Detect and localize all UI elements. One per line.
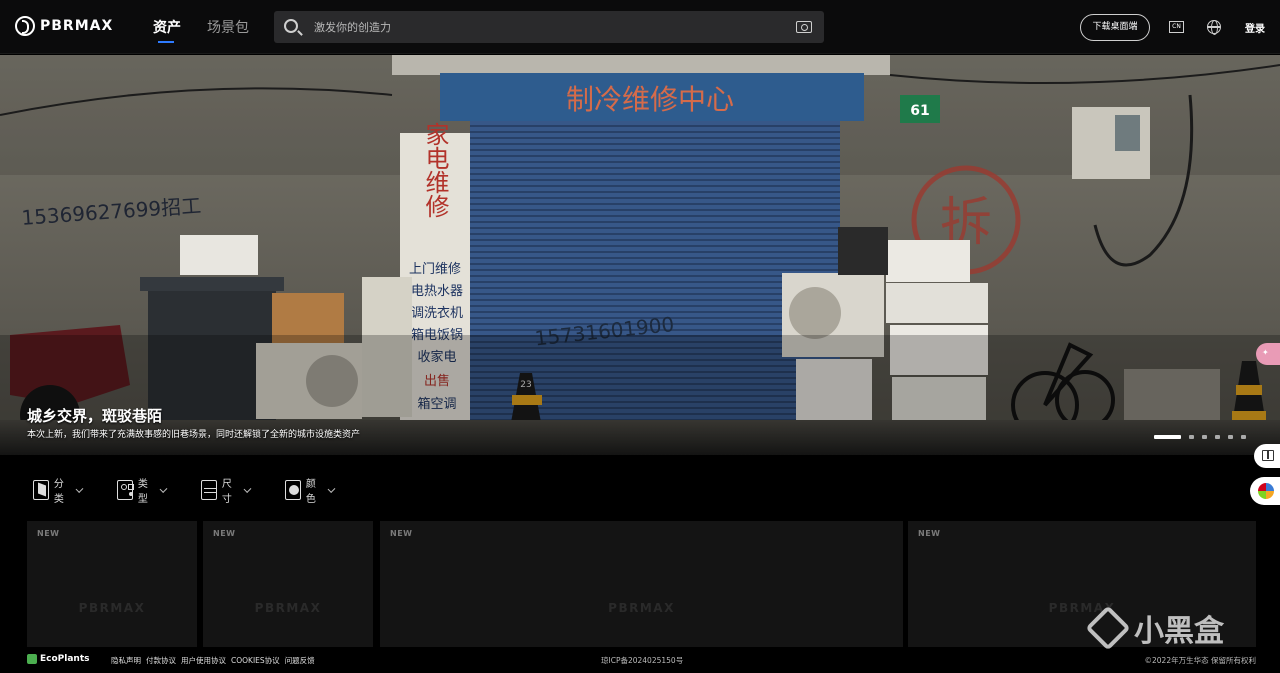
search-bar	[274, 11, 824, 43]
filter-size[interactable]: 尺寸	[201, 475, 252, 505]
carousel-dots	[1154, 435, 1246, 439]
asset-card[interactable]: NEW PBRMAX	[27, 521, 197, 647]
watermark-text: 小黑盒	[1134, 614, 1224, 649]
heybox-watermark: 小黑盒	[1085, 605, 1224, 651]
heybox-logo-icon	[1085, 605, 1131, 651]
footer-link-terms[interactable]: 用户使用协议	[181, 655, 226, 666]
repair-sign-title: 家电维修	[421, 122, 449, 218]
hero-scene-illustration: 制冷维修中心 15731601900 家电维修 上门维修 电热水器 调洗衣机 箱…	[0, 55, 1280, 455]
download-desktop-button[interactable]: 下载桌面端	[1080, 14, 1150, 41]
filter-category-label: 分类	[53, 479, 64, 505]
pbrmax-logo[interactable]: PBRMAX	[15, 16, 113, 36]
carousel-dot[interactable]	[1215, 435, 1220, 439]
type-icon	[117, 480, 134, 500]
asset-card[interactable]: NEW PBRMAX	[203, 521, 373, 647]
carousel-dot[interactable]	[1189, 435, 1194, 439]
hero-banner[interactable]: 制冷维修中心 15731601900 家电维修 上门维修 电热水器 调洗衣机 箱…	[0, 55, 1280, 455]
footer-icp[interactable]: 琼ICP备2024025150号	[601, 655, 683, 666]
old-tv	[838, 227, 888, 275]
size-icon	[201, 480, 217, 500]
footer-link-feedback[interactable]: 问题反馈	[285, 655, 315, 666]
carousel-dot[interactable]	[1154, 435, 1181, 439]
hero-subtitle: 本次上新，我们带来了充满故事感的旧巷场景，同时还解锁了全新的城市设施类资产	[27, 430, 361, 440]
new-badge: NEW	[918, 529, 941, 538]
carousel-dot[interactable]	[1228, 435, 1233, 439]
chevron-down-icon	[159, 484, 168, 493]
new-badge: NEW	[37, 529, 60, 538]
filter-category[interactable]: 分类	[33, 475, 84, 505]
footer: EcoPlants 隐私声明 付款协议 用户使用协议 COOKIES协议 问题反…	[0, 648, 1280, 673]
footer-link-cookies[interactable]: COOKIES协议	[231, 655, 280, 666]
top-navbar: PBRMAX 资产 场景包 下载桌面端 CN 登录	[0, 0, 1280, 54]
filter-size-label: 尺寸	[221, 479, 232, 505]
camera-icon[interactable]	[796, 21, 812, 33]
ecoplants-text: EcoPlants	[40, 654, 90, 664]
login-link[interactable]: 登录	[1245, 20, 1265, 35]
carousel-dot[interactable]	[1241, 435, 1246, 439]
shop-awning	[392, 55, 890, 75]
color-icon	[285, 480, 301, 500]
foam-stack	[886, 240, 970, 282]
repair-sign-line: 上门维修	[409, 262, 461, 277]
side-entry-button[interactable]: ✦	[1256, 343, 1280, 365]
category-icon	[33, 480, 49, 500]
shop-sign-text: 制冷维修中心	[566, 83, 734, 116]
ecoplants-logo[interactable]: EcoPlants	[27, 654, 90, 664]
card-placeholder-logo: PBRMAX	[254, 601, 322, 615]
chevron-down-icon	[75, 484, 84, 493]
footer-copyright: ©2022年万生华态 保留所有权利	[1144, 656, 1256, 665]
globe-icon[interactable]	[1207, 20, 1221, 35]
card-placeholder-logo: PBRMAX	[608, 601, 675, 615]
nav-active-indicator	[158, 41, 174, 43]
footer-links: 隐私声明 付款协议 用户使用协议 COOKIES协议 问题反馈	[111, 655, 315, 666]
side-docs-button[interactable]	[1254, 444, 1280, 468]
side-palette-button[interactable]	[1250, 477, 1280, 505]
new-badge: NEW	[390, 529, 413, 538]
asset-card[interactable]: NEW PBRMAX	[380, 521, 903, 647]
card-placeholder-logo: PBRMAX	[78, 601, 146, 615]
footer-link-payment[interactable]: 付款协议	[146, 655, 176, 666]
palette-icon	[1258, 483, 1274, 499]
foam-box	[180, 235, 258, 275]
chevron-down-icon	[243, 484, 252, 493]
new-badge: NEW	[213, 529, 236, 538]
search-input[interactable]	[314, 11, 784, 43]
logo-text: PBRMAX	[40, 18, 114, 34]
ecoplants-icon	[27, 654, 37, 664]
footer-link-privacy[interactable]: 隐私声明	[111, 655, 141, 666]
filter-color-label: 颜色	[305, 479, 316, 505]
filter-color[interactable]: 颜色	[285, 475, 336, 505]
carousel-dot[interactable]	[1202, 435, 1207, 439]
repair-sign-line: 调洗衣机	[411, 305, 463, 321]
hero-title: 城乡交界，斑驳巷陌	[27, 407, 163, 425]
nav-scene-packs[interactable]: 场景包	[207, 17, 249, 37]
filter-type-label: 类型	[137, 479, 148, 505]
entry-icon: ✦	[1262, 348, 1269, 357]
filter-type[interactable]: 类型	[117, 475, 168, 505]
chevron-down-icon	[327, 484, 336, 493]
house-number: 61	[910, 103, 929, 119]
search-icon[interactable]	[284, 19, 298, 33]
repair-sign-line: 电热水器	[411, 284, 463, 299]
book-icon	[1262, 450, 1274, 461]
language-cn-button[interactable]: CN	[1169, 21, 1184, 33]
nav-assets[interactable]: 资产	[153, 17, 181, 37]
logo-icon	[15, 16, 35, 36]
